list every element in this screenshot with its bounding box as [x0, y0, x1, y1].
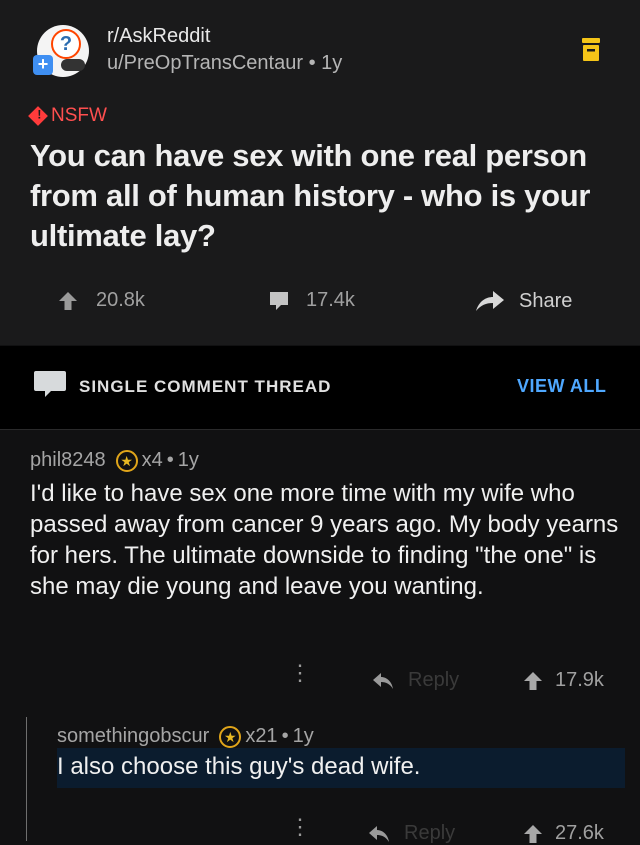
award-count: x4 — [141, 449, 163, 471]
nsfw-tag: ! NSFW — [28, 105, 107, 127]
thread-indent-line[interactable] — [26, 717, 27, 841]
comment-thread-icon — [34, 371, 66, 397]
comment-upvote[interactable]: 27.6k — [523, 822, 604, 845]
reply-comment-header: somethingobscur ★ x21 • 1y — [57, 725, 314, 748]
post-title[interactable]: You can have sex with one real person fr… — [30, 136, 620, 256]
comment-body: I also choose this guy's dead wife. — [57, 753, 421, 780]
award-count: x21 — [245, 725, 278, 747]
reply-arrow-icon — [373, 672, 393, 689]
comment-age: 1y — [177, 449, 199, 471]
save-icon[interactable] — [581, 37, 601, 62]
award-star-icon[interactable]: ★ — [219, 725, 242, 748]
more-options-icon[interactable]: ⋮ — [289, 816, 311, 838]
upvote-count: 20.8k — [96, 289, 145, 311]
comment-age: 1y — [292, 725, 314, 747]
nsfw-warning-icon: ! — [28, 106, 48, 126]
share-arrow-icon — [476, 291, 504, 311]
comments-action[interactable]: 17.4k — [268, 289, 355, 312]
comment-bubble-icon — [270, 291, 288, 310]
comment-author[interactable]: somethingobscur — [57, 725, 209, 748]
comment-author[interactable]: phil8248 — [30, 449, 106, 472]
upvote-arrow-icon[interactable] — [523, 671, 543, 691]
comment-count: 17.4k — [306, 289, 355, 311]
view-all-button[interactable]: VIEW ALL — [517, 376, 606, 397]
share-label: Share — [519, 289, 573, 312]
subreddit-avatar-icon[interactable]: ? + — [33, 25, 89, 77]
award-star-icon[interactable]: ★ — [115, 449, 138, 472]
subreddit-name[interactable]: r/AskReddit — [107, 25, 210, 48]
reply-button[interactable]: Reply — [368, 822, 455, 845]
share-action[interactable]: Share — [475, 289, 572, 313]
upvote-action[interactable]: 20.8k — [58, 289, 145, 312]
post-age: 1y — [321, 52, 343, 74]
comment-header: phil8248 ★ x4 • 1y — [30, 449, 199, 472]
comment-score: 27.6k — [555, 822, 604, 844]
reply-button[interactable]: Reply — [372, 669, 459, 692]
reply-arrow-icon — [369, 825, 389, 842]
comment-body: I'd like to have sex one more time with … — [30, 480, 619, 600]
single-thread-label: SINGLE COMMENT THREAD — [79, 377, 332, 396]
upvote-arrow-icon[interactable] — [58, 291, 78, 311]
join-plus-icon[interactable]: + — [33, 55, 53, 75]
post-author[interactable]: u/PreOpTransCentaur — [107, 52, 303, 74]
comment-score: 17.9k — [555, 669, 604, 691]
post-meta: u/PreOpTransCentaur • 1y — [107, 52, 343, 74]
more-options-icon[interactable]: ⋮ — [289, 662, 311, 684]
comment-upvote[interactable]: 17.9k — [523, 669, 604, 692]
